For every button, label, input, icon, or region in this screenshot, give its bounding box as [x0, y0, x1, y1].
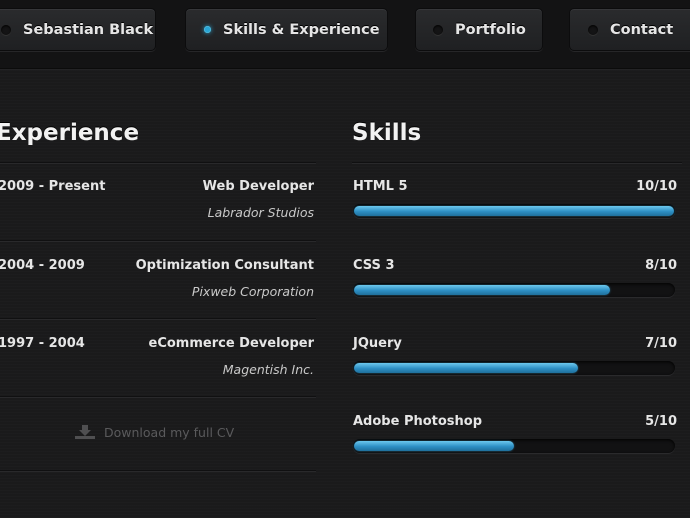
skill-bar-fill [354, 285, 610, 295]
skill-bar-fill [354, 206, 674, 216]
download-cv-link[interactable]: Download my full CV [74, 424, 234, 440]
skill-bar-track [353, 439, 675, 453]
skill-name: JQuery [353, 336, 402, 351]
skill-item: JQuery 7/10 [353, 336, 677, 392]
nav-active-indicator-icon [204, 26, 211, 33]
skill-name: Adobe Photoshop [353, 414, 483, 429]
skill-score: 8/10 [645, 258, 677, 273]
divider [0, 470, 316, 471]
divider [0, 318, 316, 319]
divider [0, 396, 316, 397]
skill-name: CSS 3 [353, 258, 395, 273]
page: Sebastian Black Skills & Experience Port… [0, 0, 690, 518]
nav-indicator-icon [588, 24, 598, 35]
skill-bar-track [353, 204, 675, 218]
skill-item: Adobe Photoshop 5/10 [353, 414, 677, 470]
skill-item: CSS 3 8/10 [353, 258, 677, 314]
divider [0, 162, 316, 163]
nav-tab-label: Contact [610, 21, 674, 38]
experience-role: Optimization Consultant [135, 258, 314, 273]
skill-score: 5/10 [645, 414, 677, 429]
nav-tab-home[interactable]: Sebastian Black [0, 8, 156, 51]
experience-company: Magentish Inc. [222, 362, 314, 377]
experience-item: 2004 - 2009 Optimization Consultant Pixw… [0, 258, 316, 336]
nav-tab-skills-experience[interactable]: Skills & Experience [185, 8, 388, 51]
nav-tab-label: Skills & Experience [223, 21, 380, 38]
experience-item: 1997 - 2004 eCommerce Developer Magentis… [0, 336, 316, 414]
experience-years: 1997 - 2004 [0, 336, 85, 351]
skill-score: 10/10 [636, 179, 677, 194]
nav-tab-label: Sebastian Black [23, 21, 154, 38]
skill-name: HTML 5 [353, 179, 408, 194]
skill-bar-fill [354, 441, 514, 451]
experience-years: 2009 - Present [0, 179, 106, 194]
skill-bar-track [353, 283, 675, 297]
download-cv-label: Download my full CV [104, 424, 235, 440]
experience-years: 2004 - 2009 [0, 258, 85, 273]
experience-company: Labrador Studios [207, 205, 314, 220]
download-icon [75, 425, 95, 439]
top-navigation: Sebastian Black Skills & Experience Port… [0, 0, 690, 69]
experience-role: Web Developer [202, 179, 314, 194]
experience-role: eCommerce Developer [148, 336, 314, 351]
skill-score: 7/10 [645, 336, 677, 351]
experience-heading: Experience [0, 120, 140, 146]
nav-tab-portfolio[interactable]: Portfolio [415, 8, 543, 51]
experience-company: Pixweb Corporation [191, 284, 314, 299]
nav-indicator-icon [1, 24, 11, 35]
skill-bar-track [353, 361, 675, 375]
nav-indicator-icon [433, 24, 443, 35]
skills-heading: Skills [352, 120, 422, 146]
experience-item: 2009 - Present Web Developer Labrador St… [0, 179, 316, 257]
skill-item: HTML 5 10/10 [353, 179, 677, 235]
nav-tab-label: Portfolio [455, 21, 526, 38]
skill-bar-fill [354, 363, 578, 373]
divider [352, 162, 682, 163]
nav-tab-contact[interactable]: Contact [569, 8, 690, 51]
divider [0, 240, 316, 241]
